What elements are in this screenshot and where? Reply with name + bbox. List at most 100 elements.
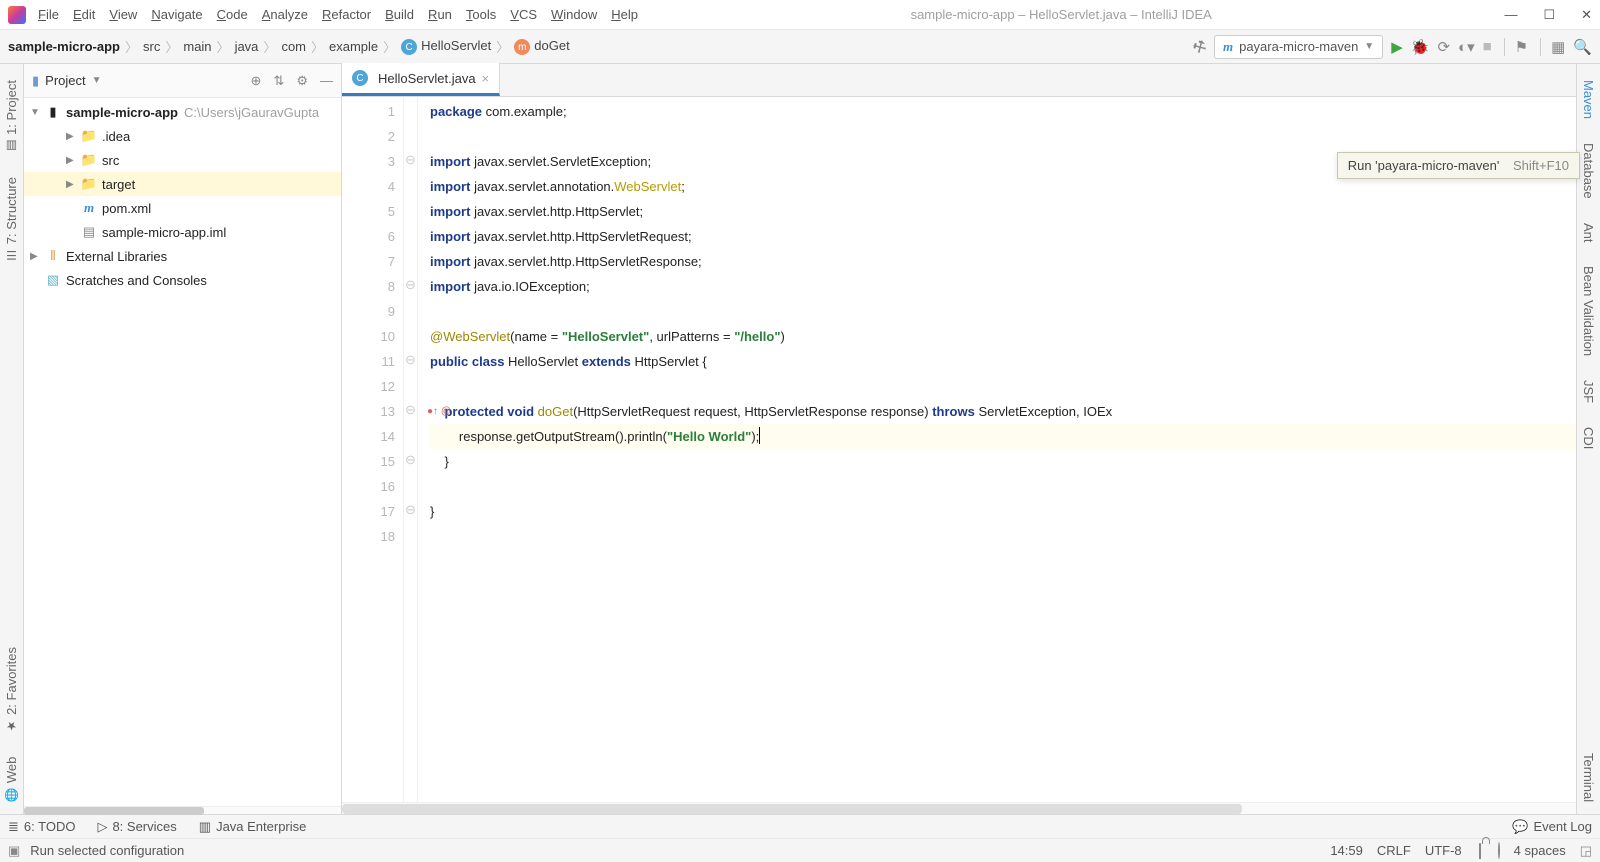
project-panel-title: Project bbox=[45, 73, 85, 88]
database-tool-button[interactable]: Database bbox=[1581, 143, 1596, 199]
menu-analyze[interactable]: Analyze bbox=[262, 7, 308, 22]
maven-icon: m bbox=[1223, 39, 1233, 55]
close-tab-icon[interactable]: × bbox=[482, 71, 490, 86]
search-everywhere-button[interactable]: 🔍 bbox=[1573, 38, 1592, 56]
project-tool-button[interactable]: ▥1: Project bbox=[4, 80, 19, 153]
project-panel-header: ▮ Project ▼ ⊕ ⇅ ⚙ — bbox=[24, 64, 341, 98]
close-button[interactable]: ✕ bbox=[1581, 7, 1592, 23]
hide-panel-icon[interactable]: — bbox=[320, 73, 333, 89]
breadcrumb-method[interactable]: mdoGet bbox=[514, 38, 569, 56]
project-panel: ▮ Project ▼ ⊕ ⇅ ⚙ — ▼▮sample-micro-appC:… bbox=[24, 64, 342, 814]
breadcrumb-src[interactable]: src bbox=[143, 39, 160, 54]
line-gutter[interactable]: 12345678910111213●↑ @1415161718 bbox=[342, 97, 404, 802]
maximize-button[interactable]: ☐ bbox=[1543, 7, 1555, 23]
minimize-button[interactable]: — bbox=[1504, 7, 1517, 23]
jsf-tool-button[interactable]: JSF bbox=[1581, 380, 1596, 403]
tooltip-text: Run 'payara-micro-maven' bbox=[1348, 158, 1500, 173]
menu-file[interactable]: File bbox=[38, 7, 59, 22]
tree-row[interactable]: mpom.xml bbox=[24, 196, 341, 220]
class-icon: C bbox=[352, 70, 368, 86]
main-area: ▥1: Project ☰7: Structure ★2: Favorites … bbox=[0, 64, 1600, 814]
status-encoding[interactable]: UTF-8 bbox=[1425, 843, 1462, 858]
terminal-tool-button[interactable]: Terminal bbox=[1581, 753, 1596, 802]
tree-row[interactable]: ▶📁.idea bbox=[24, 124, 341, 148]
gear-icon[interactable]: ⚙ bbox=[296, 73, 308, 89]
tree-row[interactable]: ▼▮sample-micro-appC:\Users\jGauravGupta bbox=[24, 100, 341, 124]
menu-code[interactable]: Code bbox=[217, 7, 248, 22]
tooltip-shortcut: Shift+F10 bbox=[1513, 158, 1569, 173]
menu-tools[interactable]: Tools bbox=[466, 7, 496, 22]
menu-build[interactable]: Build bbox=[385, 7, 414, 22]
cdi-tool-button[interactable]: CDI bbox=[1581, 427, 1596, 449]
expand-all-icon[interactable]: ⇅ bbox=[273, 73, 284, 89]
play-icon: ▷ bbox=[97, 819, 107, 835]
server-icon: ▥ bbox=[199, 819, 211, 835]
toolbar-right: ⚒ m payara-micro-maven ▼ ▶ 🐞 ⟳ ◐▾ ■ ⚑ ▦ … bbox=[1193, 35, 1592, 59]
chevron-down-icon: ▼ bbox=[1364, 41, 1374, 52]
title-bar: File Edit View Navigate Code Analyze Refactor B… bbox=[0, 0, 1600, 30]
status-time: 14:59 bbox=[1330, 843, 1363, 858]
bean-validation-tool-button[interactable]: Bean Validation bbox=[1581, 266, 1596, 356]
run-button[interactable]: ▶ bbox=[1391, 38, 1403, 56]
status-line-sep[interactable]: CRLF bbox=[1377, 843, 1411, 858]
menu-bar: File Edit View Navigate Code Analyze Refactor B… bbox=[38, 7, 638, 22]
structure-tool-button[interactable]: ☰7: Structure bbox=[4, 177, 19, 262]
coverage-button[interactable]: ⟳ bbox=[1437, 38, 1450, 56]
services-tool-button[interactable]: ▷8: Services bbox=[97, 819, 176, 835]
breadcrumb-com[interactable]: com bbox=[281, 39, 306, 54]
inspection-profile[interactable] bbox=[1498, 843, 1500, 858]
menu-run[interactable]: Run bbox=[428, 7, 452, 22]
ant-tool-button[interactable]: Ant bbox=[1581, 223, 1596, 243]
window-title: sample-micro-app – HelloServlet.java – I… bbox=[638, 7, 1484, 22]
editor-tabs: C HelloServlet.java × bbox=[342, 64, 1576, 97]
locate-icon[interactable]: ⊕ bbox=[251, 73, 262, 89]
readonly-toggle[interactable] bbox=[1476, 843, 1484, 858]
status-indent[interactable]: 4 spaces bbox=[1514, 843, 1566, 858]
build-icon[interactable]: ⚒ bbox=[1189, 35, 1210, 57]
tool-windows-icon[interactable]: ▣ bbox=[8, 843, 20, 859]
menu-edit[interactable]: Edit bbox=[73, 7, 95, 22]
tree-row[interactable]: ▶⫴External Libraries bbox=[24, 244, 341, 268]
tree-row[interactable]: ▶📁target bbox=[24, 172, 341, 196]
editor-h-scrollbar[interactable] bbox=[342, 802, 1576, 814]
breadcrumb-project[interactable]: sample-micro-app bbox=[8, 39, 120, 54]
memory-indicator[interactable]: ◲ bbox=[1580, 843, 1592, 859]
project-tree[interactable]: ▼▮sample-micro-appC:\Users\jGauravGupta▶… bbox=[24, 98, 341, 806]
tree-row[interactable]: ▧Scratches and Consoles bbox=[24, 268, 341, 292]
profile-button[interactable]: ◐▾ bbox=[1458, 38, 1475, 56]
todo-tool-button[interactable]: ≣6: TODO bbox=[8, 819, 75, 835]
breadcrumb-class[interactable]: CHelloServlet bbox=[401, 38, 491, 56]
event-log-button[interactable]: 💬Event Log bbox=[1512, 819, 1592, 835]
tree-h-scrollbar[interactable] bbox=[24, 806, 341, 814]
fold-column[interactable]: ⊖⊖⊖⊖⊖⊖ bbox=[404, 97, 418, 802]
menu-window[interactable]: Window bbox=[551, 7, 597, 22]
project-structure-button[interactable]: ▦ bbox=[1540, 38, 1565, 56]
stop-button[interactable]: ■ bbox=[1483, 38, 1492, 55]
maven-tool-button[interactable]: Maven bbox=[1581, 80, 1596, 119]
tab-helloservlet[interactable]: C HelloServlet.java × bbox=[342, 63, 500, 96]
menu-refactor[interactable]: Refactor bbox=[322, 7, 371, 22]
tree-row[interactable]: ▤sample-micro-app.iml bbox=[24, 220, 341, 244]
update-button[interactable]: ⚑ bbox=[1504, 38, 1528, 56]
chevron-down-icon[interactable]: ▼ bbox=[92, 75, 102, 86]
tree-row[interactable]: ▶📁src bbox=[24, 148, 341, 172]
code-editor[interactable]: 12345678910111213●↑ @1415161718 ⊖⊖⊖⊖⊖⊖ p… bbox=[342, 97, 1576, 802]
menu-navigate[interactable]: Navigate bbox=[151, 7, 202, 22]
run-config-label: payara-micro-maven bbox=[1239, 39, 1358, 54]
breadcrumb-example[interactable]: example bbox=[329, 39, 378, 54]
breadcrumb-java[interactable]: java bbox=[235, 39, 259, 54]
web-tool-button[interactable]: 🌐Web bbox=[4, 757, 19, 802]
breadcrumb-main[interactable]: main bbox=[183, 39, 211, 54]
lock-icon bbox=[1479, 843, 1481, 859]
favorites-tool-button[interactable]: ★2: Favorites bbox=[4, 647, 19, 733]
menu-vcs[interactable]: VCS bbox=[510, 7, 537, 22]
menu-help[interactable]: Help bbox=[611, 7, 638, 22]
run-config-selector[interactable]: m payara-micro-maven ▼ bbox=[1214, 35, 1383, 59]
debug-button[interactable]: 🐞 bbox=[1411, 38, 1430, 56]
java-enterprise-tool-button[interactable]: ▥Java Enterprise bbox=[199, 819, 307, 835]
method-icon: m bbox=[514, 39, 530, 55]
status-bar: ▣ Run selected configuration 14:59 CRLF … bbox=[0, 838, 1600, 862]
menu-view[interactable]: View bbox=[109, 7, 137, 22]
tab-label: HelloServlet.java bbox=[378, 71, 476, 86]
code-content[interactable]: package com.example; import javax.servle… bbox=[418, 97, 1576, 802]
